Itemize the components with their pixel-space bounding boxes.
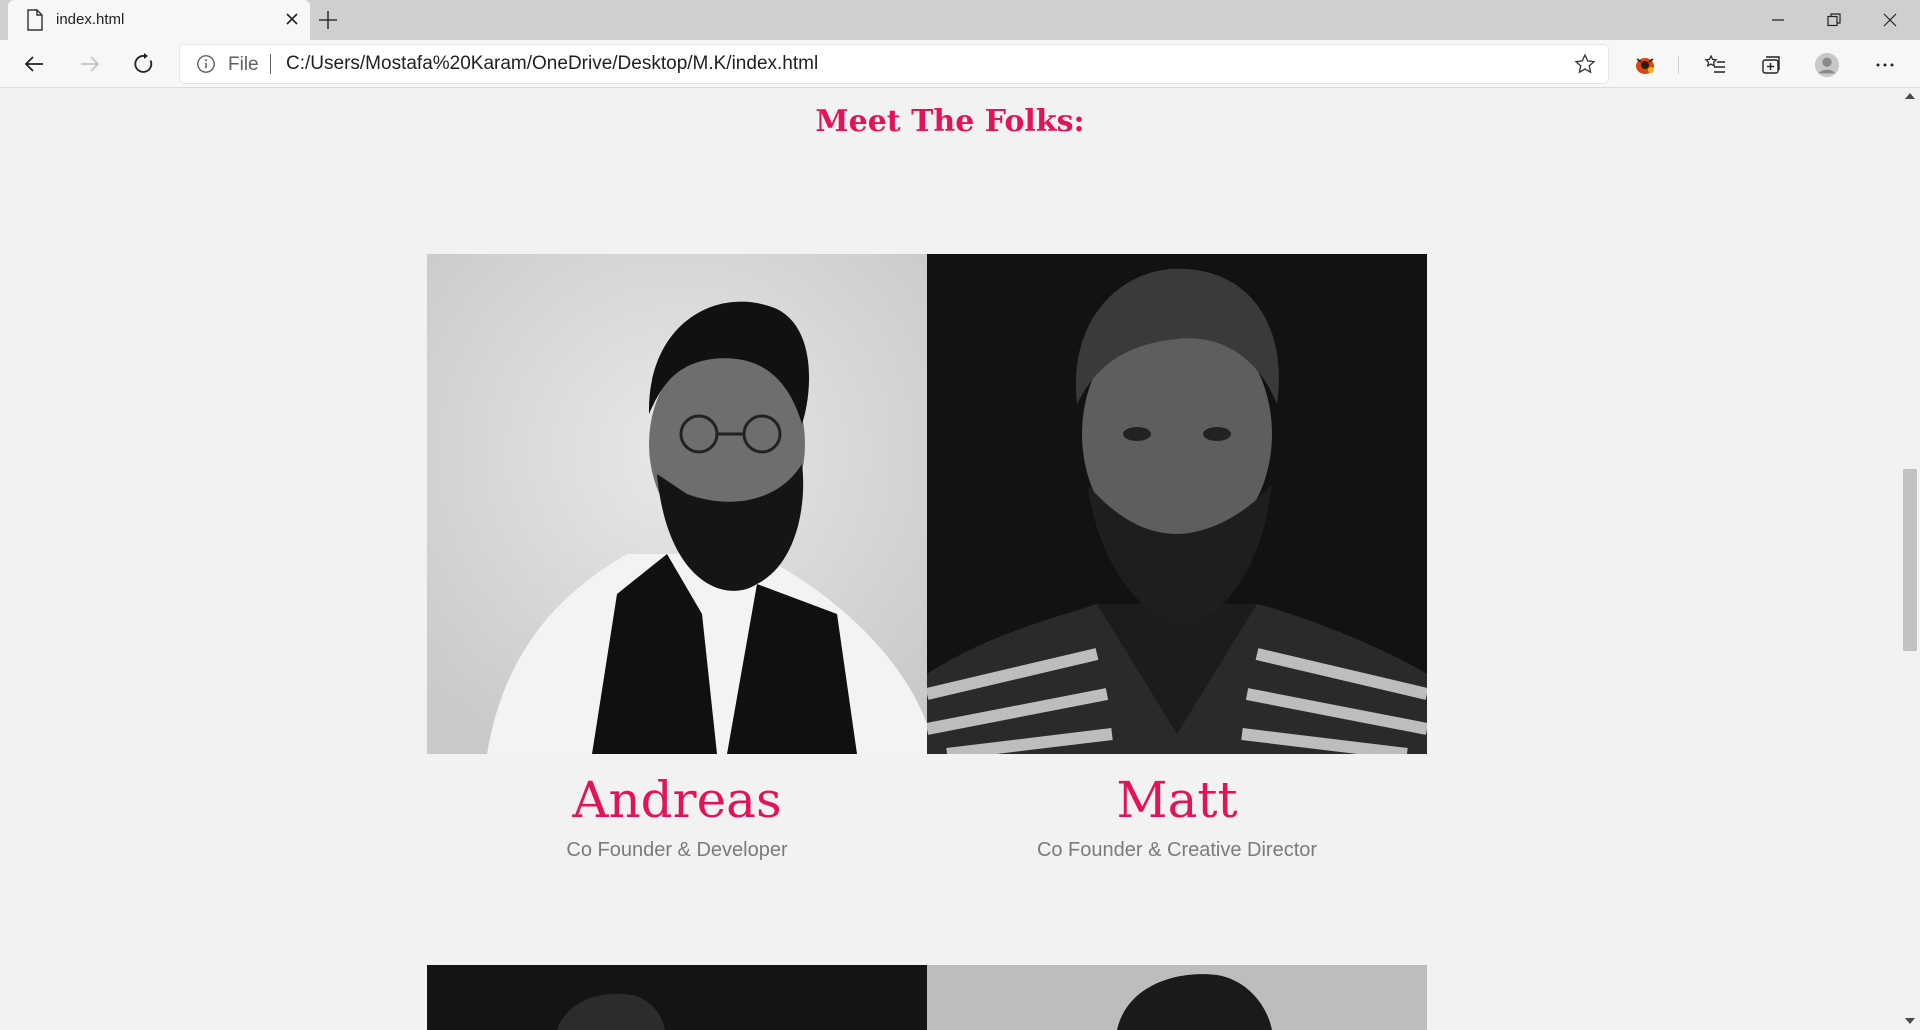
favorites-list-icon xyxy=(1704,54,1725,73)
info-icon[interactable] xyxy=(196,54,216,74)
page-viewport: Meet The Folks: Andreas Co Founder & Dev… xyxy=(0,89,1900,1030)
arrow-right-icon xyxy=(81,56,100,72)
team-photo-andreas xyxy=(427,254,927,754)
collections-icon xyxy=(1762,56,1780,74)
favorites-button[interactable] xyxy=(1702,52,1728,78)
scheme-label: File xyxy=(228,54,259,75)
team-photo-partial-left xyxy=(427,965,927,1030)
page-scrollbar[interactable] xyxy=(1900,89,1920,1030)
minimize-button[interactable] xyxy=(1750,0,1806,40)
team-member-role: Co Founder & Creative Director xyxy=(1036,839,1318,861)
close-icon[interactable] xyxy=(282,9,302,29)
profile-avatar xyxy=(1814,52,1840,78)
restore-icon xyxy=(1827,13,1841,27)
close-window-button[interactable] xyxy=(1862,0,1918,40)
more-icon xyxy=(1876,63,1894,67)
minimize-icon xyxy=(1772,19,1784,21)
address-separator xyxy=(270,54,271,74)
team-member-name: Matt xyxy=(1116,771,1238,829)
url-text[interactable]: C:/Users/Mostafa%20Karam/OneDrive/Deskto… xyxy=(286,53,818,75)
plus-icon[interactable] xyxy=(316,8,340,32)
browser-tab[interactable]: index.html xyxy=(8,0,310,40)
refresh-icon xyxy=(134,53,153,73)
collections-button[interactable] xyxy=(1758,52,1784,78)
refresh-button[interactable] xyxy=(126,48,162,80)
forward-button[interactable] xyxy=(72,48,108,80)
toolbar-divider xyxy=(1678,56,1679,74)
address-bar[interactable]: File C:/Users/Mostafa%20Karam/OneDrive/D… xyxy=(180,45,1608,83)
close-window-icon xyxy=(1883,13,1897,27)
section-heading: Meet The Folks: xyxy=(815,104,1085,139)
team-member-role: Co Founder & Developer xyxy=(566,839,788,861)
extension-icon xyxy=(1636,58,1654,74)
page-icon xyxy=(27,9,43,31)
tab-title: index.html xyxy=(56,11,125,28)
scroll-up-icon[interactable] xyxy=(1904,91,1916,101)
team-photo-partial-right xyxy=(927,965,1427,1030)
extension-button[interactable] xyxy=(1632,52,1658,78)
restore-button[interactable] xyxy=(1806,0,1862,40)
profile-button[interactable] xyxy=(1814,52,1840,78)
scroll-down-icon[interactable] xyxy=(1904,1016,1916,1026)
team-member-name: Andreas xyxy=(572,771,782,829)
settings-menu-button[interactable] xyxy=(1872,52,1898,78)
browser-toolbar: File C:/Users/Mostafa%20Karam/OneDrive/D… xyxy=(0,40,1920,88)
scroll-thumb[interactable] xyxy=(1903,469,1917,651)
arrow-left-icon xyxy=(24,56,43,72)
star-icon[interactable] xyxy=(1574,53,1596,75)
back-button[interactable] xyxy=(16,48,52,80)
team-photo-matt xyxy=(927,254,1427,754)
browser-titlebar: index.html xyxy=(0,0,1920,40)
